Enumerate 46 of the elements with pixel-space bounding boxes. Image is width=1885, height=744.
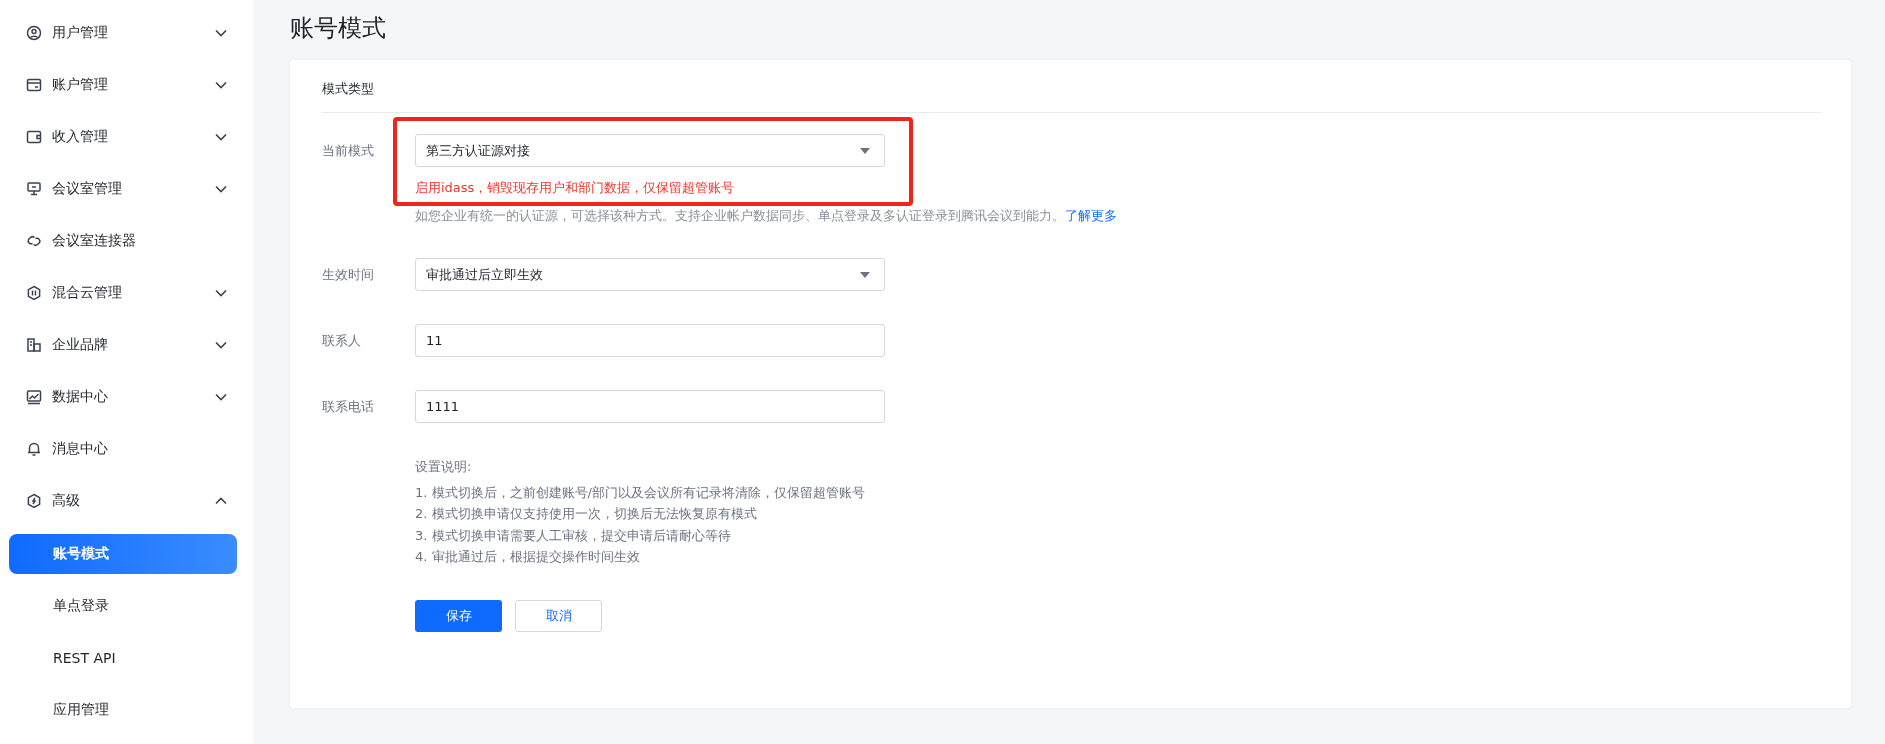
- bell-icon: [26, 441, 42, 457]
- save-button[interactable]: 保存: [415, 599, 502, 632]
- sidebar-item[interactable]: 收入管理: [0, 118, 253, 156]
- sidebar-item[interactable]: 用户管理: [0, 14, 253, 52]
- note-text: 2. 模式切换申请仅支持使用一次，切换后无法恢复原有模式: [415, 505, 758, 523]
- user-circle-icon: [26, 25, 42, 41]
- sidebar-subitem[interactable]: REST API: [9, 638, 237, 678]
- wallet-icon: [26, 129, 42, 145]
- sidebar-item[interactable]: 混合云管理: [0, 274, 253, 312]
- building-icon: [26, 337, 42, 353]
- sidebar-item[interactable]: 会议室连接器: [0, 222, 253, 260]
- caret-icon: [860, 271, 870, 278]
- sidebar-item[interactable]: 高级: [0, 482, 253, 520]
- caret-icon: [860, 147, 870, 154]
- sidebar-subitem[interactable]: 账号模式: [9, 534, 237, 574]
- shield-icon: [26, 493, 42, 509]
- link-icon: [26, 233, 42, 249]
- sidebar-item[interactable]: 账户管理: [0, 66, 253, 104]
- section-title: 模式类型: [322, 80, 375, 98]
- field-label: 生效时间: [322, 266, 375, 284]
- field-label: 联系电话: [322, 398, 375, 416]
- note-text: 1. 模式切换后，之前创建账号/部门以及会议所有记录将清除，仅保留超管账号: [415, 483, 866, 502]
- field-label: 当前模式: [322, 142, 375, 160]
- warning-text: 启用idass，销毁现存用户和部门数据，仅保留超管账号: [415, 179, 736, 197]
- dropdown-select[interactable]: 审批通过后立即生效: [415, 258, 885, 291]
- note-text: 3. 模式切换申请需要人工审核，提交申请后请耐心等待: [415, 526, 732, 545]
- field-label: 联系人: [322, 332, 362, 350]
- dropdown-select[interactable]: 第三方认证源对接: [415, 134, 885, 167]
- help-text: 如您企业有统一的认证源，可选择该种方式。支持企业帐户数据同步、单点登录及多认证登录到腾讯会议到能力。了解更多: [415, 207, 1115, 225]
- card-icon: [26, 77, 42, 93]
- chart-icon: [26, 389, 42, 405]
- monitor-icon: [26, 181, 42, 197]
- learn-more-link[interactable]: 了解更多: [1065, 208, 1117, 223]
- sidebar-subitem[interactable]: 应用管理: [9, 690, 237, 730]
- cancel-button[interactable]: 取消: [515, 599, 602, 632]
- sidebar-item[interactable]: 消息中心: [0, 430, 253, 468]
- page-title: 账号模式: [290, 13, 387, 44]
- hexagon-icon: [26, 285, 42, 301]
- notes-title: 设置说明:: [415, 458, 473, 476]
- sidebar-item[interactable]: 数据中心: [0, 378, 253, 416]
- input-field[interactable]: 1111: [415, 390, 885, 423]
- note-text: 4. 审批通过后，根据提交操作时间生效: [415, 548, 641, 566]
- sidebar-item[interactable]: 会议室管理: [0, 170, 253, 208]
- input-field[interactable]: 11: [415, 324, 885, 357]
- sidebar-subitem[interactable]: 单点登录: [9, 586, 237, 626]
- sidebar-item[interactable]: 企业品牌: [0, 326, 253, 364]
